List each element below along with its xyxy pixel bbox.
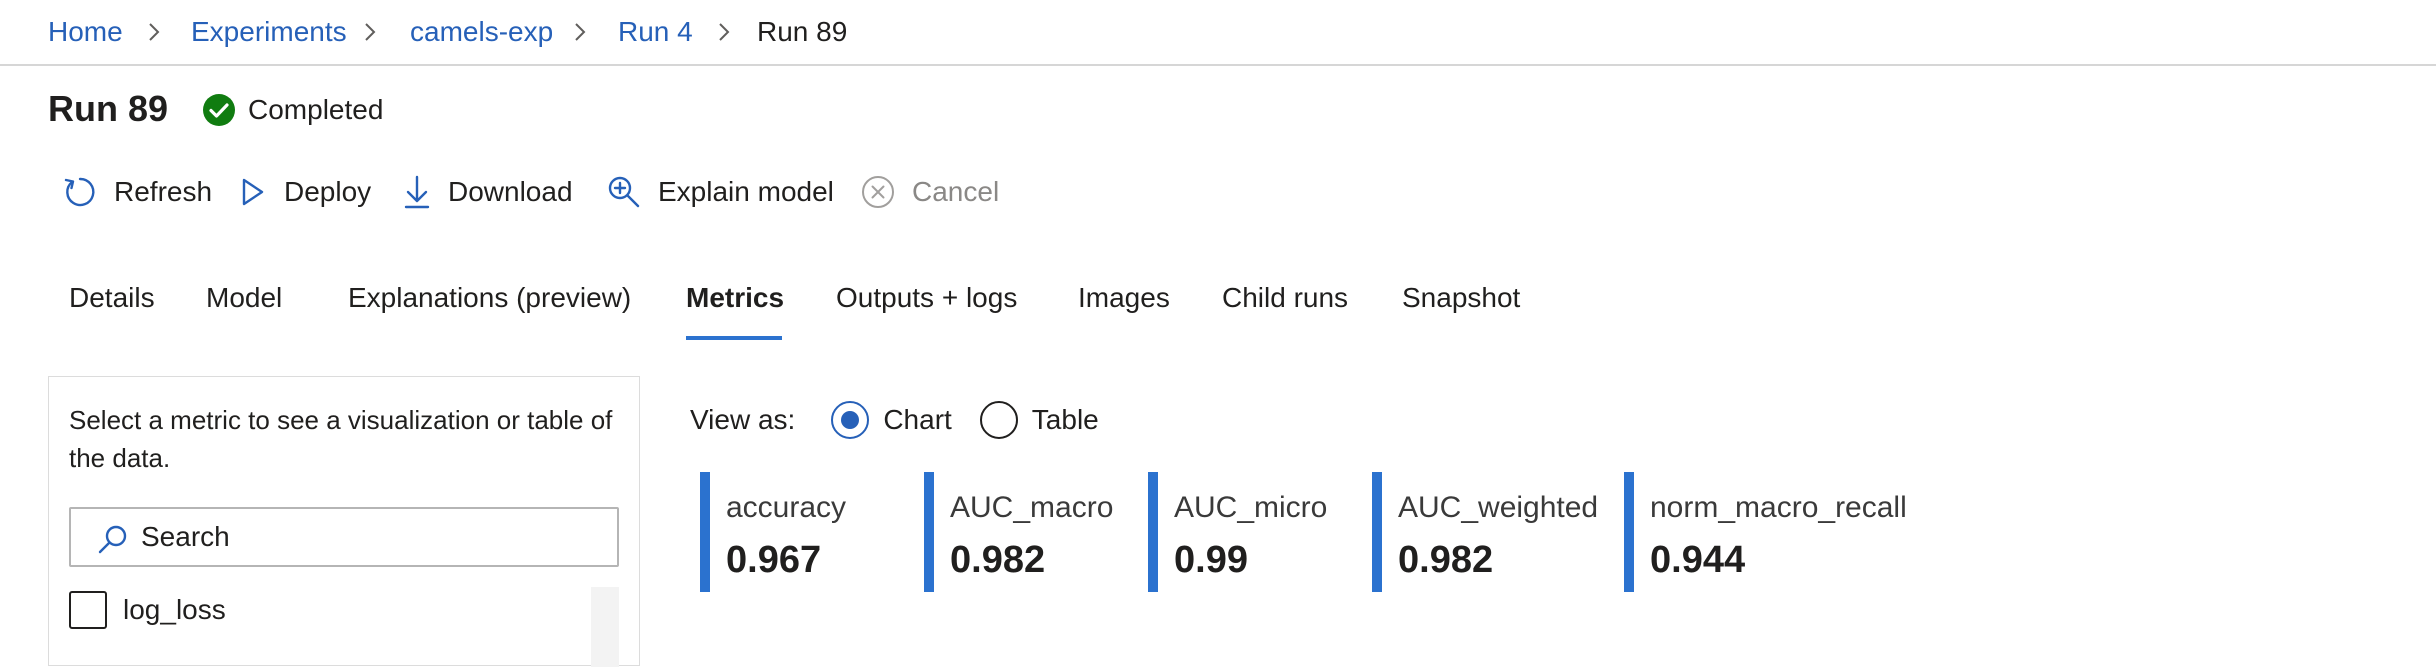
chart-radio-label: Chart [883, 404, 952, 435]
search-icon [98, 525, 127, 554]
cancel-label: Cancel [912, 176, 1000, 207]
deploy-button[interactable]: Deploy [238, 170, 371, 214]
refresh-button[interactable]: Refresh [62, 170, 212, 214]
metric-value: 0.944 [1650, 539, 1746, 581]
table-radio[interactable] [979, 401, 1018, 439]
search-box [69, 507, 619, 567]
tab-outputs-logs[interactable]: Outputs + logs [836, 278, 1017, 318]
search-input[interactable] [141, 519, 601, 555]
metric-card-auc-micro: AUC_micro 0.99 [1148, 472, 1358, 592]
metric-name: accuracy [726, 491, 847, 524]
refresh-icon [64, 177, 95, 207]
view-as-selector: View as: Chart Table [690, 398, 1099, 442]
view-as-label: View as: [690, 404, 796, 435]
explain-model-label: Explain model [658, 176, 834, 207]
metric-name: norm_macro_recall [1650, 491, 1907, 524]
metric-list-item[interactable]: log_loss [69, 589, 226, 631]
check-circle-icon [203, 94, 235, 126]
metric-card-auc-weighted: AUC_weighted 0.982 [1372, 472, 1612, 592]
chevron-right-icon [365, 23, 376, 41]
metric-checkbox[interactable] [69, 591, 107, 629]
explain-model-button[interactable]: Explain model [606, 170, 834, 214]
download-icon [404, 175, 430, 209]
cancel-button[interactable]: Cancel [860, 170, 999, 214]
status-label: Completed [248, 94, 384, 125]
refresh-label: Refresh [114, 176, 213, 207]
play-icon [242, 178, 264, 206]
tab-images[interactable]: Images [1078, 278, 1170, 318]
metric-value: 0.99 [1174, 539, 1248, 581]
close-circle-icon [862, 176, 894, 208]
chevron-right-icon [719, 23, 730, 41]
page-title: Run 89 [48, 88, 169, 129]
tab-snapshot[interactable]: Snapshot [1402, 278, 1520, 318]
chart-radio[interactable] [831, 401, 870, 439]
download-button[interactable]: Download [402, 170, 573, 214]
metric-card-auc-macro: AUC_macro 0.982 [924, 472, 1134, 592]
metric-list-description: Select a metric to see a visualization o… [69, 405, 613, 473]
download-label: Download [448, 176, 573, 207]
zoom-in-icon [608, 176, 640, 208]
breadcrumb-parent-run[interactable]: Run 4 [618, 14, 693, 50]
view-as-chart-option[interactable]: Chart [831, 401, 952, 439]
breadcrumb-home[interactable]: Home [48, 14, 123, 50]
breadcrumb-current-run: Run 89 [757, 16, 848, 47]
chevron-right-icon [149, 23, 160, 41]
breadcrumb-experiment[interactable]: camels-exp [410, 14, 553, 50]
tab-metrics[interactable]: Metrics [686, 278, 784, 318]
tab-model[interactable]: Model [206, 278, 282, 318]
view-as-table-option[interactable]: Table [979, 401, 1099, 439]
tab-details[interactable]: Details [69, 278, 155, 318]
breadcrumb-experiments[interactable]: Experiments [191, 14, 347, 50]
tab-explanations[interactable]: Explanations (preview) [348, 278, 631, 318]
active-tab-indicator [686, 336, 782, 340]
metric-name: AUC_macro [950, 491, 1114, 524]
metric-name: AUC_weighted [1398, 491, 1599, 524]
table-radio-label: Table [1031, 404, 1099, 435]
metric-value: 0.982 [1398, 539, 1494, 581]
metric-value: 0.967 [726, 539, 822, 581]
metric-list-item-label: log_loss [123, 594, 226, 625]
chevron-right-icon [575, 23, 586, 41]
metric-card-norm-macro-recall: norm_macro_recall 0.944 [1624, 472, 1954, 592]
deploy-label: Deploy [284, 176, 372, 207]
metric-list-scrollbar[interactable] [591, 587, 619, 667]
status-badge: Completed [202, 92, 383, 128]
breadcrumb: Home Experiments camels-exp Run 4 Run 89 [0, 0, 2436, 66]
tab-child-runs[interactable]: Child runs [1222, 278, 1348, 318]
metric-list-panel: Select a metric to see a visualization o… [48, 376, 640, 667]
metric-card-accuracy: accuracy 0.967 [700, 472, 910, 592]
metric-value: 0.982 [950, 539, 1046, 581]
metric-name: AUC_micro [1174, 491, 1328, 524]
